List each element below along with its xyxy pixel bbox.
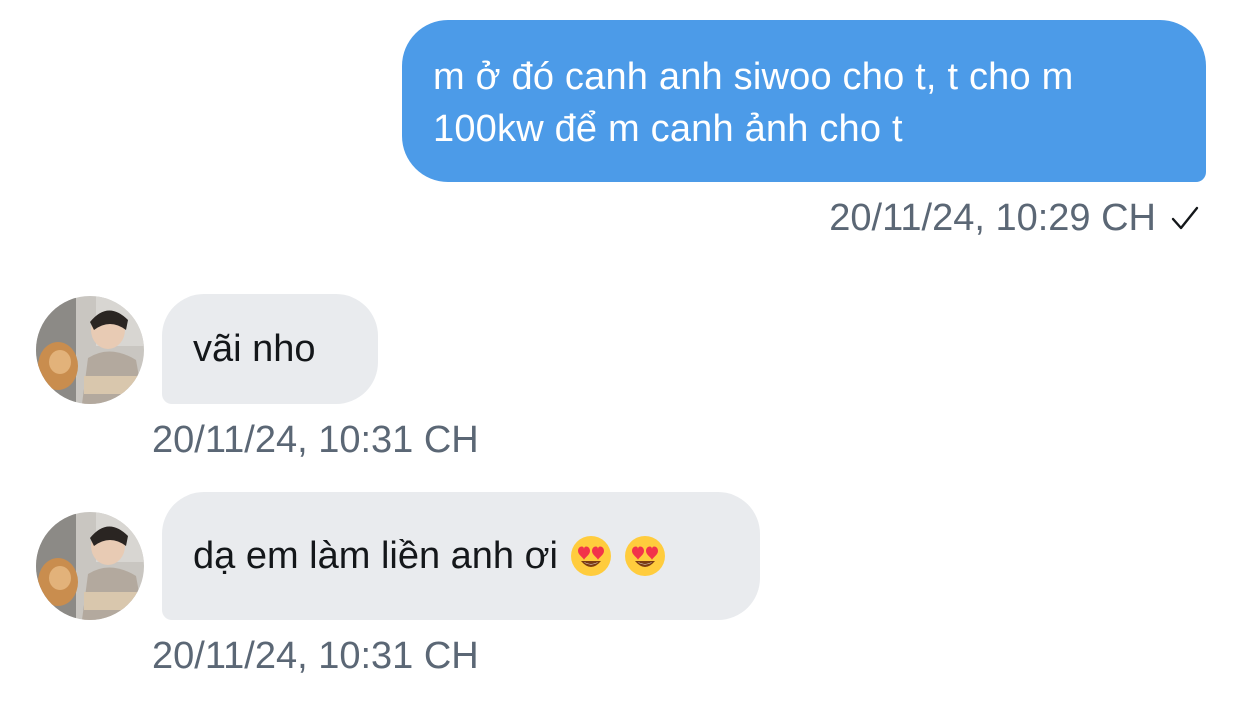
message-timestamp: 20/11/24, 10:29 CH	[829, 197, 1156, 239]
incoming-message-bubble[interactable]: dạ em làm liền anh ơi	[162, 492, 760, 620]
check-icon	[1171, 206, 1199, 230]
message-timestamp: 20/11/24, 10:31 CH	[152, 419, 479, 461]
incoming-message-bubble[interactable]: vãi nho	[162, 294, 378, 404]
message-timestamp: 20/11/24, 10:31 CH	[152, 635, 479, 677]
outgoing-message-meta: 20/11/24, 10:29 CH	[829, 194, 1200, 242]
heart-eyes-emoji	[571, 536, 611, 576]
avatar[interactable]	[36, 512, 144, 620]
message-text-line-1: m ở đó canh anh siwoo cho t, t cho m	[433, 56, 1074, 98]
message-text-line-2: 100kw để m canh ảnh cho t	[433, 108, 903, 150]
outgoing-message-bubble[interactable]: m ở đó canh anh siwoo cho t, t cho m 100…	[402, 20, 1206, 182]
message-text: vãi nho	[193, 327, 316, 370]
avatar-photo	[36, 296, 144, 404]
avatar[interactable]	[36, 296, 144, 404]
heart-eyes-emoji	[625, 536, 665, 576]
avatar-photo	[36, 512, 144, 620]
message-text: dạ em làm liền anh ơi	[193, 534, 558, 577]
